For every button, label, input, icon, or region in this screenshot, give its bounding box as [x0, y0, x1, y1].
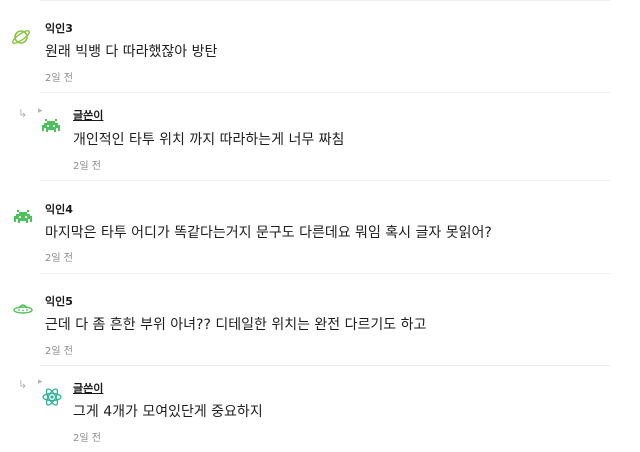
comment-thread: 익인3 원래 빅뱅 다 따라했잖아 방탄 2일 전 ↳ ▸ 글쓴이 개인적인 타… — [0, 0, 640, 452]
ufo-icon[interactable] — [12, 298, 34, 320]
comment-timestamp: 2일 전 — [45, 253, 73, 264]
comment-timestamp: 2일 전 — [73, 161, 101, 172]
space-invader-icon[interactable] — [40, 115, 62, 137]
planet-icon[interactable] — [10, 26, 32, 48]
comment-text: 근데 다 좀 흔한 부위 아녀?? 디테일한 위치는 완전 다르기도 하고 — [45, 317, 427, 333]
comment-author[interactable]: 글쓴이 — [73, 380, 103, 396]
comment-timestamp: 2일 전 — [45, 346, 73, 357]
comment-author[interactable]: 익인3 — [45, 20, 73, 36]
comment-text: 마지막은 타투 어디가 똑같다는거지 문구도 다른데요 뭐임 혹시 글자 못읽어… — [45, 225, 492, 241]
author-marker-icon: ▸ — [38, 106, 43, 116]
reply-arrow-icon: ↳ — [18, 107, 28, 120]
reply-arrow-icon: ↳ — [18, 378, 28, 391]
space-invader-icon[interactable] — [12, 206, 34, 228]
comment-timestamp: 2일 전 — [73, 433, 101, 444]
comment-item: 익인3 원래 빅뱅 다 따라했잖아 방탄 2일 전 — [0, 0, 610, 93]
reply-item: ↳ ▸ 글쓴이 그게 4개가 모여있단게 중요하지 2일 전 — [0, 366, 610, 452]
comment-author[interactable]: 익인5 — [45, 293, 73, 309]
comment-text: 개인적인 타투 위치 까지 따라하는게 너무 짜침 — [73, 132, 345, 148]
comment-item: 익인5 근데 다 좀 흔한 부위 아녀?? 디테일한 위치는 완전 다르기도 하… — [0, 274, 610, 366]
comment-text: 원래 빅뱅 다 따라했잖아 방탄 — [45, 44, 218, 60]
reply-item: ↳ ▸ 글쓴이 개인적인 타투 위치 까지 따라하는게 너무 짜침 2일 전 — [0, 93, 610, 181]
comment-item: 익인4 마지막은 타투 어디가 똑같다는거지 문구도 다른데요 뭐임 혹시 글자… — [0, 181, 610, 274]
atom-icon[interactable] — [41, 386, 63, 408]
comment-author[interactable]: 글쓴이 — [73, 107, 103, 123]
comment-timestamp: 2일 전 — [45, 73, 73, 84]
comment-text: 그게 4개가 모여있단게 중요하지 — [73, 404, 263, 420]
comment-author[interactable]: 익인4 — [45, 201, 73, 217]
